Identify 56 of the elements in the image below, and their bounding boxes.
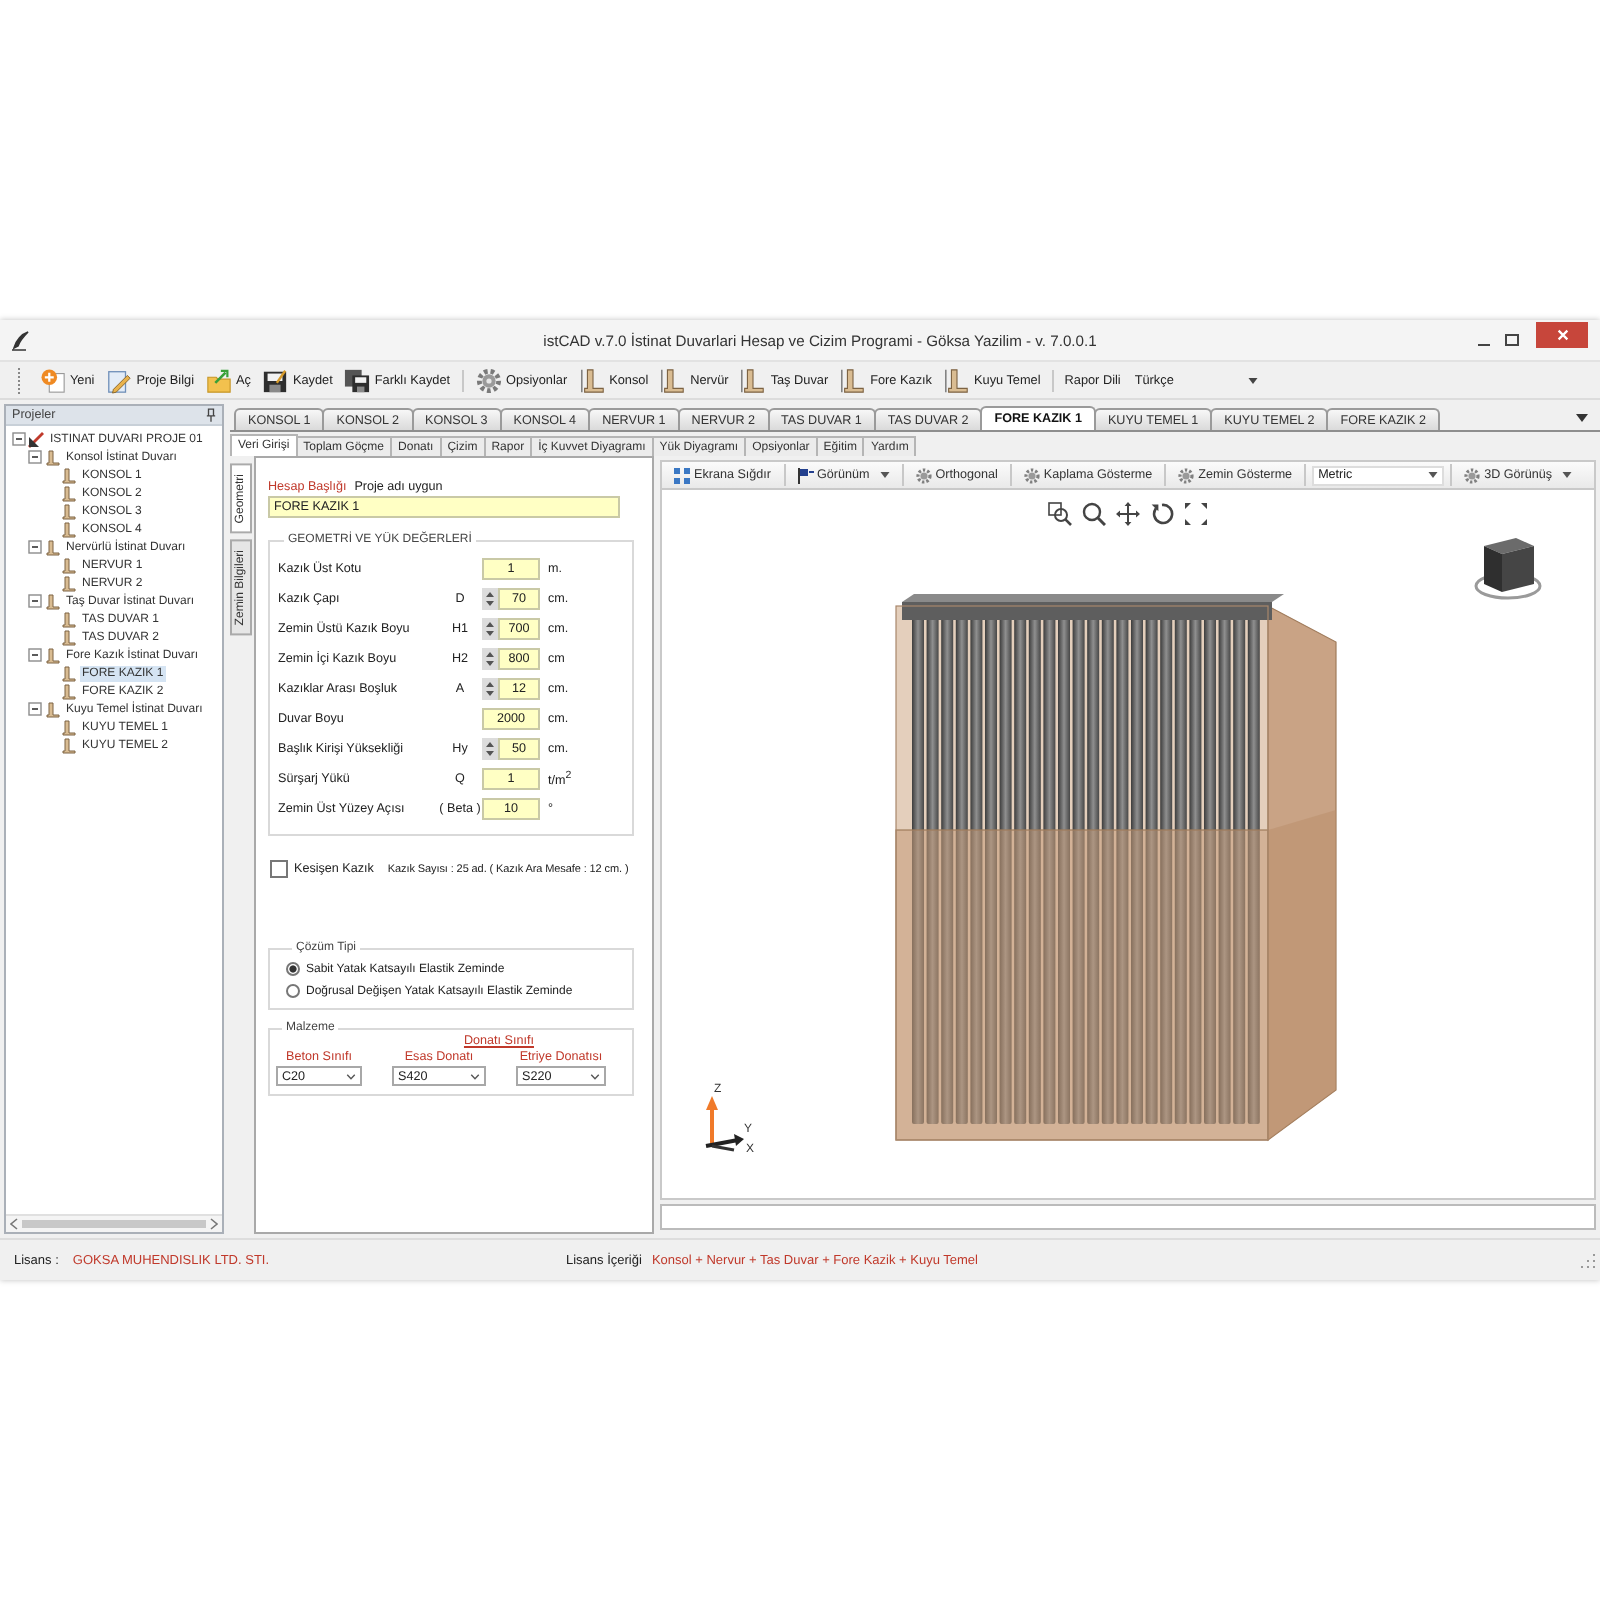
caret-down-icon [879,472,890,478]
spin-arrows-icon[interactable] [482,738,498,760]
flag-icon [797,467,814,483]
collapse-icon[interactable] [12,432,26,446]
collapse-icon[interactable] [28,540,42,554]
collapse-icon[interactable] [28,702,42,716]
radio-button[interactable] [286,984,300,998]
caret-down-icon [470,1073,480,1079]
pin-icon[interactable] [206,408,216,422]
corner-arrows-icon[interactable] [1184,502,1208,526]
gear-icon [1023,467,1040,483]
app-logo-icon [10,329,30,351]
gear-icon [915,467,932,483]
wall-section-icon [740,367,767,393]
caret-down-icon[interactable] [1576,413,1588,421]
caret-down-icon [346,1073,356,1079]
wall-section-icon [660,367,687,393]
drafting-icon [28,431,44,447]
maximize-icon[interactable] [1504,332,1520,348]
collapse-icon[interactable] [28,450,42,464]
wall-section-icon [840,367,867,393]
scroll-right-icon[interactable] [210,1218,218,1230]
folder-icon [206,367,232,393]
collapse-icon[interactable] [28,648,42,662]
magnifier-icon[interactable] [1082,502,1106,526]
pencil-document-icon [106,367,133,393]
four-way-arrows-icon[interactable] [1116,502,1140,526]
checkbox[interactable] [270,860,288,878]
spin-arrows-icon[interactable] [482,618,498,640]
caret-down-icon [590,1073,600,1079]
floppy-disks-icon [344,367,371,393]
scrollbar-thumb[interactable] [22,1220,206,1228]
spin-arrows-icon[interactable] [482,588,498,610]
spin-arrows-icon[interactable] [482,648,498,670]
spin-arrows-icon[interactable] [482,678,498,700]
gear-icon [1464,467,1481,483]
close-button[interactable] [1536,322,1588,348]
four-squares-icon [674,467,690,483]
plus-circle-icon [40,367,66,393]
radio-button[interactable] [286,962,300,976]
horizontal-scrollbar[interactable] [6,1214,222,1232]
axis-triad-icon [705,1096,744,1152]
scroll-left-icon[interactable] [10,1218,18,1230]
command-field[interactable] [660,1204,1596,1230]
caret-down-icon [1428,472,1439,478]
wall-section-icon [944,367,970,393]
caret-down-icon [1248,377,1259,383]
gear-icon [1178,467,1195,483]
grip-icon[interactable] [16,367,22,393]
close-icon [1555,328,1569,342]
settings-icon [476,367,503,393]
circular-arrow-icon[interactable] [1150,502,1174,526]
wall-section-icon [579,367,606,393]
caret-down-icon [1562,472,1573,478]
collapse-icon[interactable] [28,594,42,608]
resize-grip-icon[interactable] [1580,1252,1596,1268]
